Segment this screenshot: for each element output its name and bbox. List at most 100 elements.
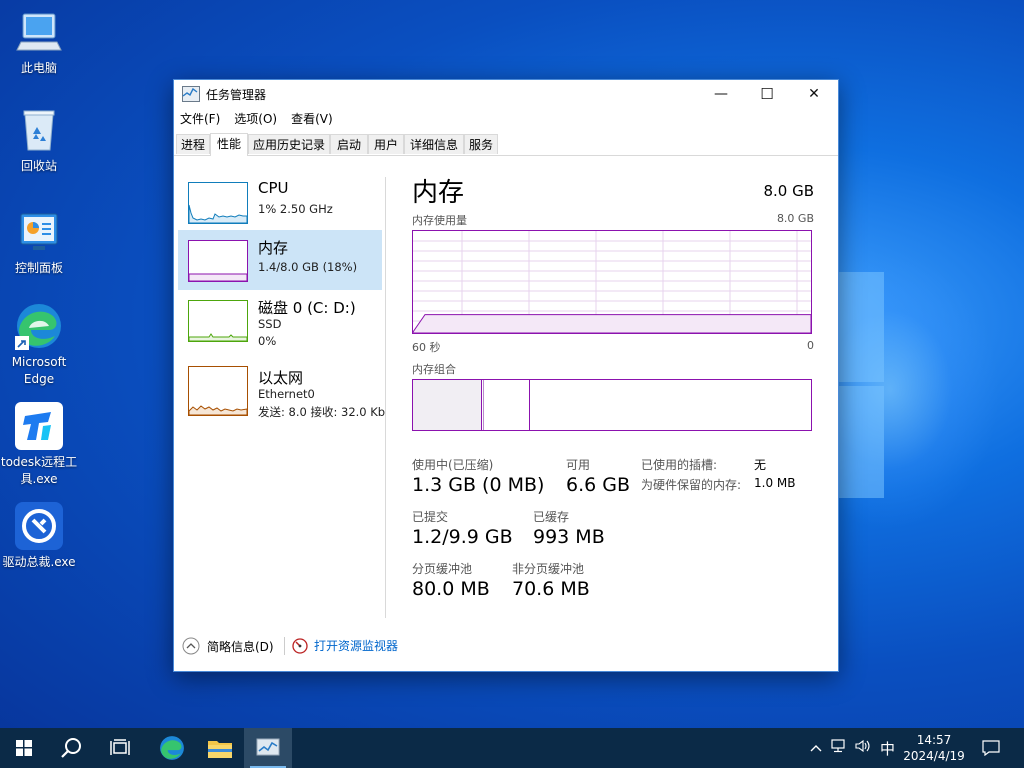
resource-name: 磁盘 0 (C: D:): [258, 299, 356, 317]
tab-users[interactable]: 用户: [368, 134, 404, 154]
menu-view[interactable]: 查看(V): [291, 110, 333, 127]
desktop-icon-label: 驱动总裁.exe: [2, 555, 76, 569]
paged-pool-label: 分页缓冲池: [412, 562, 473, 576]
resource-detail: SSD: [258, 317, 282, 331]
windows-logo-icon: [16, 740, 32, 756]
composition-label: 内存组合: [412, 363, 456, 376]
tab-app-history[interactable]: 应用历史记录: [248, 134, 330, 154]
composition-modified: [483, 380, 484, 430]
resource-detail-2: 0%: [258, 334, 277, 348]
search-button[interactable]: [48, 728, 96, 768]
nonpaged-pool-label: 非分页缓冲池: [512, 562, 585, 576]
maximize-icon: ☐: [760, 85, 774, 103]
slots-value: 无: [754, 458, 767, 472]
resource-detail: 1% 2.50 GHz: [258, 202, 333, 216]
memory-thumbnail-graph: [188, 240, 248, 282]
clock-date: 2024/4/19: [903, 749, 965, 763]
desktop-icon-todesk[interactable]: todesk远程工具.exe: [0, 402, 78, 488]
taskbar-task-manager[interactable]: [244, 728, 292, 768]
resource-name: 内存: [258, 239, 289, 257]
task-manager-icon: [182, 86, 200, 102]
desktop-icon-edge[interactable]: Microsoft Edge: [0, 302, 78, 388]
desktop-icon-driver-tool[interactable]: 驱动总裁.exe: [0, 502, 78, 571]
desktop-icon-control-panel[interactable]: 控制面板: [0, 208, 78, 277]
wallpaper-logo-pane: [838, 272, 884, 382]
available-value: 6.6 GB: [566, 474, 631, 496]
wallpaper-logo-pane: [838, 386, 884, 498]
folder-icon: [208, 741, 232, 758]
minimize-button[interactable]: —: [698, 80, 744, 108]
maximize-button[interactable]: ☐: [744, 80, 790, 108]
available-label: 可用: [566, 458, 591, 472]
network-icon: [831, 739, 845, 753]
chevron-up-circle-icon: [182, 637, 200, 655]
usage-graph-label: 内存使用量: [412, 214, 467, 227]
control-panel-icon: [15, 208, 63, 256]
task-view-button[interactable]: [96, 728, 144, 768]
driver-tool-icon: [15, 502, 63, 550]
open-resource-monitor-label: 打开资源监视器: [314, 639, 399, 653]
cpu-thumbnail-graph: [188, 182, 248, 224]
volume-tray-button[interactable]: [852, 739, 874, 757]
tab-processes[interactable]: 进程: [176, 134, 210, 154]
todesk-icon: [15, 402, 63, 450]
resource-item-ethernet[interactable]: 以太网 Ethernet0 发送: 8.0 接收: 32.0 Kb: [178, 360, 385, 420]
total-memory: 8.0 GB: [763, 182, 814, 200]
cached-value: 993 MB: [533, 526, 605, 548]
open-resource-monitor-link[interactable]: 打开资源监视器: [292, 637, 398, 654]
taskbar: 中 14:57 2024/4/19: [0, 728, 1024, 768]
desktop-icon-label: Microsoft Edge: [11, 355, 67, 386]
desktop-icon-recycle-bin[interactable]: 回收站: [0, 106, 78, 175]
this-pc-icon: [15, 8, 63, 56]
desktop-icon-this-pc[interactable]: 此电脑: [0, 8, 78, 77]
tab-details[interactable]: 详细信息: [404, 134, 464, 154]
close-icon: ✕: [808, 86, 820, 102]
graph-axis-right: 0: [807, 339, 814, 352]
tab-services[interactable]: 服务: [464, 134, 498, 154]
menu-file[interactable]: 文件(F): [180, 110, 220, 127]
detail-title: 内存: [412, 178, 465, 208]
resource-item-disk[interactable]: 磁盘 0 (C: D:) SSD 0%: [178, 290, 382, 350]
memory-usage-graph: [412, 230, 812, 334]
resource-list: CPU 1% 2.50 GHz 内存 1.4/8.0 GB (18%) 磁盘 0…: [174, 156, 385, 636]
graph-axis-left: 60 秒: [412, 341, 441, 354]
network-tray-button[interactable]: [828, 739, 850, 757]
in-use-label: 使用中(已压缩): [412, 458, 494, 472]
ethernet-thumbnail-graph: [188, 366, 248, 416]
resource-name: CPU: [258, 179, 289, 197]
shortcut-arrow-icon: [15, 336, 29, 350]
clock[interactable]: 14:57 2024/4/19: [898, 728, 970, 768]
composition-standby: [529, 380, 530, 430]
action-center-button[interactable]: [968, 728, 1014, 768]
minimize-icon: —: [714, 86, 728, 102]
resource-detail: 1.4/8.0 GB (18%): [258, 260, 358, 274]
chevron-up-icon: [810, 744, 822, 751]
menu-bar: 文件(F) 选项(O) 查看(V): [174, 108, 838, 128]
show-hidden-icons-button[interactable]: [806, 741, 826, 756]
input-method-indicator[interactable]: 中: [880, 738, 895, 759]
window-footer: 简略信息(D) 打开资源监视器: [174, 621, 838, 671]
title-bar[interactable]: 任务管理器 — ☐ ✕: [174, 80, 838, 108]
recycle-bin-icon: [15, 106, 63, 154]
close-button[interactable]: ✕: [791, 80, 837, 108]
cached-label: 已缓存: [533, 510, 570, 524]
taskbar-file-explorer[interactable]: [196, 728, 244, 768]
desktop-icon-label: todesk远程工具.exe: [0, 455, 78, 486]
pane-divider[interactable]: [385, 177, 386, 618]
menu-options[interactable]: 选项(O): [234, 110, 277, 127]
notification-icon: [982, 740, 1000, 756]
reserved-value: 1.0 MB: [754, 476, 796, 490]
speaker-icon: [855, 739, 870, 753]
in-use-value: 1.3 GB (0 MB): [412, 474, 545, 496]
task-manager-icon: [256, 738, 280, 756]
clock-time: 14:57: [916, 733, 952, 747]
task-view-icon: [110, 739, 130, 755]
resource-item-memory[interactable]: 内存 1.4/8.0 GB (18%): [178, 230, 382, 290]
tab-performance[interactable]: 性能: [210, 133, 248, 156]
fewer-details-button[interactable]: 简略信息(D): [182, 637, 274, 655]
disk-thumbnail-graph: [188, 300, 248, 342]
tab-startup[interactable]: 启动: [330, 134, 368, 154]
resource-item-cpu[interactable]: CPU 1% 2.50 GHz: [178, 172, 382, 232]
taskbar-edge[interactable]: [148, 728, 196, 768]
start-button[interactable]: [0, 728, 48, 768]
